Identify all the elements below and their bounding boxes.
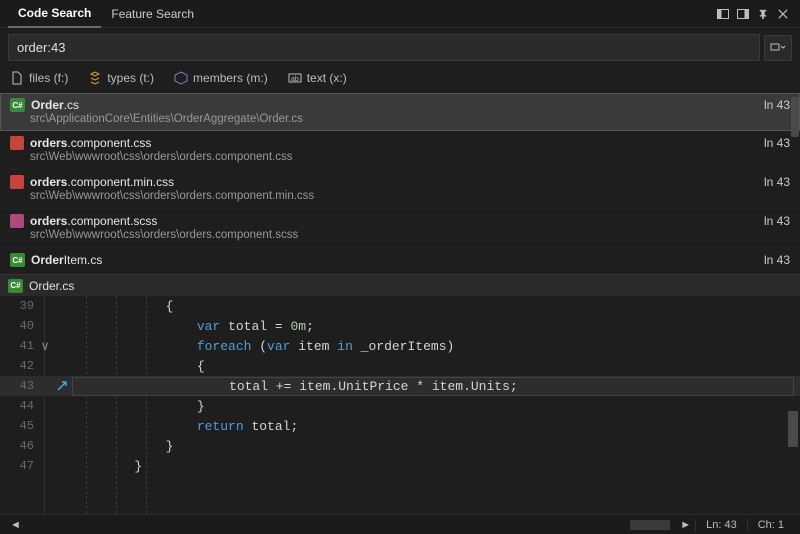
members-icon	[174, 71, 188, 85]
search-input[interactable]	[8, 34, 760, 61]
code-editor[interactable]: 39 {40 var total = 0m;41∨ foreach (var i…	[0, 296, 800, 514]
code-text: var total = 0m;	[72, 319, 314, 334]
types-icon	[88, 71, 102, 85]
filter-row: files (f:) types (t:) members (m:) ab te…	[0, 67, 800, 93]
line-number: 40	[0, 319, 38, 333]
result-row[interactable]: C# Order.cssrc\ApplicationCore\Entities\O…	[0, 93, 800, 131]
status-line: Ln: 43	[695, 519, 747, 531]
results-scrollbar-thumb[interactable]	[791, 97, 799, 137]
filter-text[interactable]: ab text (x:)	[288, 71, 347, 85]
breakpoint-glyph-icon	[52, 380, 72, 392]
result-row[interactable]: C# OrderItem.cs ln 43	[0, 248, 800, 274]
horizontal-scrollbar-thumb[interactable]	[630, 520, 670, 530]
code-line[interactable]: 42 {	[0, 356, 800, 376]
line-number: 45	[0, 419, 38, 433]
result-row[interactable]: orders.component.csssrc\Web\wwwroot\css\…	[0, 131, 800, 170]
filter-text-label: text (x:)	[307, 71, 347, 85]
code-line[interactable]: 45 return total;	[0, 416, 800, 436]
line-number: 41	[0, 339, 38, 353]
code-text: total += item.UnitPrice * item.Units;	[73, 379, 518, 394]
fold-chevron-icon[interactable]: ∨	[38, 339, 52, 354]
result-line-number: ln 43	[756, 253, 790, 267]
text-icon: ab	[288, 71, 302, 85]
result-path: src\Web\wwwroot\css\orders\orders.compon…	[30, 151, 756, 163]
code-text: return total;	[72, 419, 298, 434]
line-number: 39	[0, 299, 38, 313]
code-line[interactable]: 41∨ foreach (var item in _orderItems)	[0, 336, 800, 356]
filter-files[interactable]: files (f:)	[10, 71, 68, 85]
code-text: }	[72, 399, 205, 414]
result-row[interactable]: orders.component.scsssrc\Web\wwwroot\css…	[0, 209, 800, 248]
results-list: C# Order.cssrc\ApplicationCore\Entities\O…	[0, 93, 800, 274]
result-line-number: ln 43	[756, 98, 790, 112]
line-number: 47	[0, 459, 38, 473]
result-path: src\Web\wwwroot\css\orders\orders.compon…	[30, 229, 756, 241]
results-scrollbar[interactable]	[791, 95, 799, 272]
code-text: {	[72, 299, 173, 314]
result-filename: orders.component.min.css	[30, 175, 174, 189]
line-number: 42	[0, 359, 38, 373]
tab-code-search[interactable]: Code Search	[8, 0, 101, 28]
file-icon	[10, 71, 24, 85]
filter-members[interactable]: members (m:)	[174, 71, 268, 85]
filter-files-label: files (f:)	[29, 71, 68, 85]
code-text: }	[72, 459, 142, 474]
scss-icon	[10, 214, 24, 228]
code-text: foreach (var item in _orderItems)	[72, 339, 454, 354]
line-number: 43	[0, 379, 38, 393]
search-options-dropdown[interactable]	[764, 35, 792, 61]
window-dock-right-icon[interactable]	[734, 5, 752, 23]
code-line[interactable]: 46 }	[0, 436, 800, 456]
line-number: 44	[0, 399, 38, 413]
preview-header: C# Order.cs	[0, 274, 800, 296]
code-line[interactable]: 44 }	[0, 396, 800, 416]
pin-icon[interactable]	[754, 5, 772, 23]
csharp-icon: C#	[10, 253, 25, 267]
code-text: }	[72, 439, 173, 454]
result-path: src\Web\wwwroot\css\orders\orders.compon…	[30, 190, 756, 202]
result-line-number: ln 43	[756, 175, 790, 189]
result-row[interactable]: orders.component.min.csssrc\Web\wwwroot\…	[0, 170, 800, 209]
filter-types-label: types (t:)	[107, 71, 154, 85]
scroll-left-icon[interactable]: ◄	[6, 519, 25, 531]
code-line[interactable]: 39 {	[0, 296, 800, 316]
preview-filename: Order.cs	[29, 279, 74, 293]
scroll-right-icon[interactable]: ►	[676, 519, 695, 531]
tab-feature-search[interactable]: Feature Search	[101, 1, 204, 27]
result-filename: Order.cs	[31, 98, 79, 112]
filter-types[interactable]: types (t:)	[88, 71, 154, 85]
css-icon	[10, 175, 24, 189]
css-icon	[10, 136, 24, 150]
code-line[interactable]: 43 total += item.UnitPrice * item.Units;	[0, 376, 800, 396]
csharp-icon: C#	[10, 98, 25, 112]
code-line[interactable]: 47 }	[0, 456, 800, 476]
filter-members-label: members (m:)	[193, 71, 268, 85]
window-dock-left-icon[interactable]	[714, 5, 732, 23]
result-filename: OrderItem.cs	[31, 253, 102, 267]
code-text: {	[72, 359, 205, 374]
result-line-number: ln 43	[756, 136, 790, 150]
result-path: src\ApplicationCore\Entities\OrderAggreg…	[30, 113, 756, 125]
search-row	[0, 28, 800, 67]
close-icon[interactable]	[774, 5, 792, 23]
svg-text:ab: ab	[291, 76, 299, 83]
csharp-icon: C#	[8, 279, 23, 293]
title-bar: Code Search Feature Search	[0, 0, 800, 28]
code-line[interactable]: 40 var total = 0m;	[0, 316, 800, 336]
result-line-number: ln 43	[756, 214, 790, 228]
line-number: 46	[0, 439, 38, 453]
status-bar: ◄ ► Ln: 43 Ch: 1	[0, 514, 800, 534]
status-char: Ch: 1	[747, 519, 794, 531]
result-filename: orders.component.scss	[30, 214, 157, 228]
horizontal-scrollbar[interactable]	[31, 520, 670, 530]
result-filename: orders.component.css	[30, 136, 151, 150]
